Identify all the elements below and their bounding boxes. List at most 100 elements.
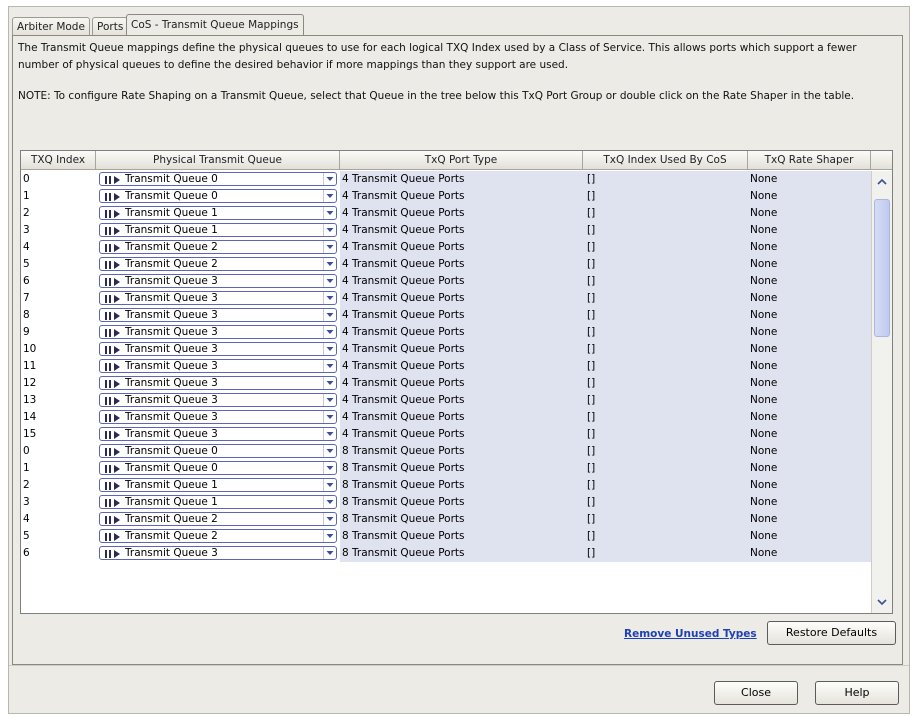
table-row[interactable]: 6 Transmit Queue 3 8 Transmit Queue Ports[… (21, 545, 871, 562)
rate-shaper-cell[interactable]: None (748, 528, 871, 545)
chevron-down-icon[interactable] (323, 445, 336, 457)
chevron-down-icon[interactable] (323, 428, 336, 440)
chevron-down-icon[interactable] (323, 275, 336, 287)
table-row[interactable]: 15 Transmit Queue 3 4 Transmit Queue Ports… (21, 426, 871, 443)
table-row[interactable]: 0 Transmit Queue 0 8 Transmit Queue Ports[… (21, 443, 871, 460)
physical-queue-dropdown[interactable]: Transmit Queue 0 (99, 189, 337, 203)
physical-queue-dropdown[interactable]: Transmit Queue 3 (99, 427, 337, 441)
column-header-txq-index-used-by-cos[interactable]: TxQ Index Used By CoS (583, 151, 748, 170)
rate-shaper-cell[interactable]: None (748, 409, 871, 426)
physical-queue-dropdown[interactable]: Transmit Queue 3 (99, 291, 337, 305)
chevron-down-icon[interactable] (323, 173, 336, 185)
chevron-down-icon[interactable] (323, 479, 336, 491)
physical-queue-dropdown[interactable]: Transmit Queue 0 (99, 444, 337, 458)
chevron-down-icon[interactable] (323, 530, 336, 542)
table-row[interactable]: 14 Transmit Queue 3 4 Transmit Queue Ports… (21, 409, 871, 426)
physical-queue-dropdown[interactable]: Transmit Queue 2 (99, 257, 337, 271)
physical-queue-dropdown[interactable]: Transmit Queue 0 (99, 461, 337, 475)
table-row[interactable]: 5 Transmit Queue 2 4 Transmit Queue Ports[… (21, 256, 871, 273)
rate-shaper-cell[interactable]: None (748, 443, 871, 460)
scroll-down-icon[interactable] (874, 594, 890, 610)
physical-queue-dropdown[interactable]: Transmit Queue 1 (99, 223, 337, 237)
physical-queue-dropdown[interactable]: Transmit Queue 2 (99, 512, 337, 526)
physical-queue-dropdown[interactable]: Transmit Queue 3 (99, 274, 337, 288)
rate-shaper-cell[interactable]: None (748, 426, 871, 443)
chevron-down-icon[interactable] (323, 241, 336, 253)
table-row[interactable]: 13 Transmit Queue 3 4 Transmit Queue Ports… (21, 392, 871, 409)
physical-queue-dropdown[interactable]: Transmit Queue 1 (99, 206, 337, 220)
rate-shaper-cell[interactable]: None (748, 494, 871, 511)
chevron-down-icon[interactable] (323, 292, 336, 304)
tab-ports[interactable]: Ports (92, 17, 129, 36)
rate-shaper-cell[interactable]: None (748, 324, 871, 341)
chevron-down-icon[interactable] (323, 190, 336, 202)
table-row[interactable]: 2 Transmit Queue 1 4 Transmit Queue Ports[… (21, 205, 871, 222)
chevron-down-icon[interactable] (323, 326, 336, 338)
scrollbar-thumb[interactable] (874, 199, 890, 337)
chevron-down-icon[interactable] (323, 309, 336, 321)
column-header-txq-rate-shaper[interactable]: TxQ Rate Shaper (748, 151, 871, 170)
rate-shaper-cell[interactable]: None (748, 290, 871, 307)
tab-cos-transmit-queue-mappings[interactable]: CoS - Transmit Queue Mappings (126, 14, 304, 36)
rate-shaper-cell[interactable]: None (748, 511, 871, 528)
physical-queue-dropdown[interactable]: Transmit Queue 3 (99, 342, 337, 356)
column-header-physical-transmit-queue[interactable]: Physical Transmit Queue (96, 151, 340, 170)
rate-shaper-cell[interactable]: None (748, 307, 871, 324)
rate-shaper-cell[interactable]: None (748, 188, 871, 205)
chevron-down-icon[interactable] (323, 207, 336, 219)
chevron-down-icon[interactable] (323, 377, 336, 389)
physical-queue-dropdown[interactable]: Transmit Queue 3 (99, 308, 337, 322)
physical-queue-dropdown[interactable]: Transmit Queue 2 (99, 529, 337, 543)
table-row[interactable]: 4 Transmit Queue 2 4 Transmit Queue Ports[… (21, 239, 871, 256)
column-header-txq-index[interactable]: TXQ Index (21, 151, 96, 170)
table-row[interactable]: 4 Transmit Queue 2 8 Transmit Queue Ports[… (21, 511, 871, 528)
rate-shaper-cell[interactable]: None (748, 460, 871, 477)
restore-defaults-button[interactable]: Restore Defaults (767, 621, 896, 645)
rate-shaper-cell[interactable]: None (748, 256, 871, 273)
chevron-down-icon[interactable] (323, 513, 336, 525)
column-header-txq-port-type[interactable]: TxQ Port Type (340, 151, 583, 170)
close-button[interactable]: Close (714, 681, 798, 705)
table-row[interactable]: 1 Transmit Queue 0 8 Transmit Queue Ports[… (21, 460, 871, 477)
rate-shaper-cell[interactable]: None (748, 545, 871, 562)
scroll-up-icon[interactable] (874, 174, 890, 190)
rate-shaper-cell[interactable]: None (748, 375, 871, 392)
table-row[interactable]: 3 Transmit Queue 1 8 Transmit Queue Ports[… (21, 494, 871, 511)
physical-queue-dropdown[interactable]: Transmit Queue 0 (99, 172, 337, 186)
rate-shaper-cell[interactable]: None (748, 273, 871, 290)
table-row[interactable]: 12 Transmit Queue 3 4 Transmit Queue Ports… (21, 375, 871, 392)
physical-queue-dropdown[interactable]: Transmit Queue 3 (99, 359, 337, 373)
tab-arbiter-mode[interactable]: Arbiter Mode (12, 17, 90, 36)
help-button[interactable]: Help (815, 681, 899, 705)
physical-queue-dropdown[interactable]: Transmit Queue 3 (99, 410, 337, 424)
chevron-down-icon[interactable] (323, 258, 336, 270)
rate-shaper-cell[interactable]: None (748, 205, 871, 222)
physical-queue-dropdown[interactable]: Transmit Queue 1 (99, 478, 337, 492)
table-row[interactable]: 11 Transmit Queue 3 4 Transmit Queue Ports… (21, 358, 871, 375)
table-row[interactable]: 8 Transmit Queue 3 4 Transmit Queue Ports[… (21, 307, 871, 324)
chevron-down-icon[interactable] (323, 343, 336, 355)
physical-queue-dropdown[interactable]: Transmit Queue 2 (99, 240, 337, 254)
rate-shaper-cell[interactable]: None (748, 477, 871, 494)
rate-shaper-cell[interactable]: None (748, 392, 871, 409)
rate-shaper-cell[interactable]: None (748, 222, 871, 239)
table-row[interactable]: 9 Transmit Queue 3 4 Transmit Queue Ports[… (21, 324, 871, 341)
chevron-down-icon[interactable] (323, 360, 336, 372)
physical-queue-dropdown[interactable]: Transmit Queue 3 (99, 393, 337, 407)
chevron-down-icon[interactable] (323, 394, 336, 406)
physical-queue-dropdown[interactable]: Transmit Queue 3 (99, 325, 337, 339)
vertical-scrollbar[interactable] (871, 171, 892, 613)
chevron-down-icon[interactable] (323, 462, 336, 474)
table-row[interactable]: 3 Transmit Queue 1 4 Transmit Queue Ports[… (21, 222, 871, 239)
chevron-down-icon[interactable] (323, 496, 336, 508)
rate-shaper-cell[interactable]: None (748, 341, 871, 358)
table-row[interactable]: 2 Transmit Queue 1 8 Transmit Queue Ports[… (21, 477, 871, 494)
table-row[interactable]: 1 Transmit Queue 0 4 Transmit Queue Ports[… (21, 188, 871, 205)
chevron-down-icon[interactable] (323, 411, 336, 423)
physical-queue-dropdown[interactable]: Transmit Queue 3 (99, 546, 337, 560)
table-row[interactable]: 6 Transmit Queue 3 4 Transmit Queue Ports[… (21, 273, 871, 290)
table-row[interactable]: 0 Transmit Queue 0 4 Transmit Queue Ports[… (21, 171, 871, 188)
table-row[interactable]: 10 Transmit Queue 3 4 Transmit Queue Ports… (21, 341, 871, 358)
rate-shaper-cell[interactable]: None (748, 358, 871, 375)
chevron-down-icon[interactable] (323, 224, 336, 236)
